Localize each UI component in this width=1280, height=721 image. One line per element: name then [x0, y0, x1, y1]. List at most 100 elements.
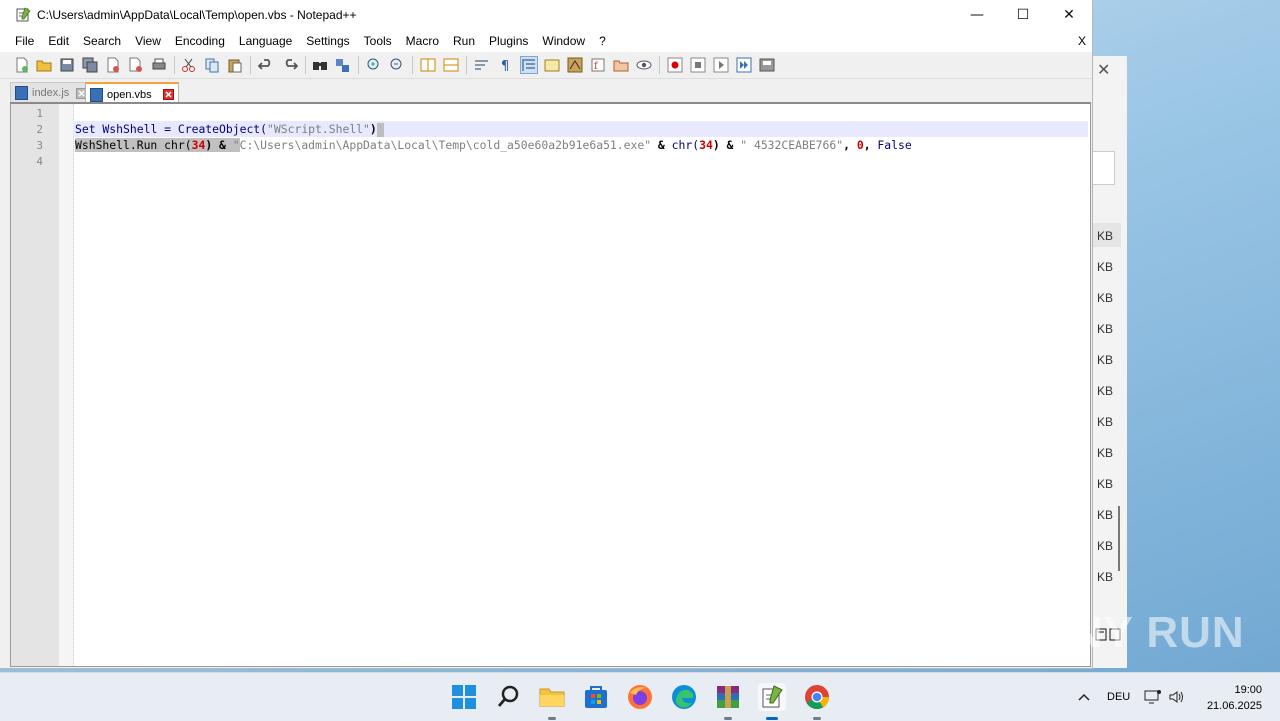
- zoom-out-icon[interactable]: [389, 57, 405, 73]
- system-tray: DEU: [1076, 673, 1186, 721]
- clock[interactable]: 19:00 21.06.2025: [1207, 682, 1262, 714]
- line-number: 4: [36, 155, 43, 168]
- undo-icon[interactable]: [258, 57, 274, 73]
- save-all-icon[interactable]: [82, 57, 98, 73]
- run-macro-multiple-icon[interactable]: [736, 57, 752, 73]
- menu-file[interactable]: File: [8, 34, 41, 48]
- word-wrap-icon[interactable]: [474, 57, 490, 73]
- file-size-unit: KB: [1097, 353, 1114, 367]
- cut-icon[interactable]: [181, 57, 197, 73]
- save-macro-icon[interactable]: [759, 57, 775, 73]
- menu-language[interactable]: Language: [232, 34, 299, 48]
- menu-bar: File Edit Search View Encoding Language …: [0, 30, 1092, 52]
- taskbar: DEU 19:00 21.06.2025: [0, 672, 1280, 721]
- file-size-unit: KB: [1097, 260, 1114, 274]
- anyrun-watermark: ANY RUN: [1038, 608, 1245, 657]
- file-size-unit: KB: [1097, 415, 1114, 429]
- maximize-icon: ☐: [1016, 7, 1030, 23]
- close-button[interactable]: ✕: [1046, 0, 1092, 30]
- minimize-button[interactable]: —: [954, 0, 1000, 30]
- toolbar-separator: [305, 56, 306, 74]
- file-size-unit: KB: [1097, 291, 1114, 305]
- menu-macro[interactable]: Macro: [399, 34, 446, 48]
- copy-icon[interactable]: [204, 57, 220, 73]
- volume-icon[interactable]: [1168, 689, 1186, 705]
- replace-icon[interactable]: [335, 57, 351, 73]
- winrar-icon[interactable]: [714, 683, 742, 720]
- zoom-in-icon[interactable]: [366, 57, 382, 73]
- toolbar-separator: [358, 56, 359, 74]
- menu-window[interactable]: Window: [535, 34, 592, 48]
- menu-settings[interactable]: Settings: [299, 34, 356, 48]
- close-document-button[interactable]: X: [1078, 34, 1086, 48]
- stop-macro-icon[interactable]: [690, 57, 706, 73]
- play-macro-icon[interactable]: [713, 57, 729, 73]
- close-all-icon[interactable]: [128, 57, 144, 73]
- paste-icon[interactable]: [227, 57, 243, 73]
- tab-index-js[interactable]: index.js: [10, 82, 92, 103]
- sync-vertical-icon[interactable]: [420, 57, 436, 73]
- menu-search[interactable]: Search: [76, 34, 128, 48]
- keyboard-language[interactable]: DEU: [1107, 691, 1130, 703]
- maximize-button[interactable]: ☐: [1000, 0, 1046, 30]
- user-language-icon[interactable]: [544, 57, 560, 73]
- firefox-icon[interactable]: [626, 683, 654, 711]
- background-search-box[interactable]: [1091, 151, 1115, 185]
- title-bar[interactable]: C:\Users\admin\AppData\Local\Temp\open.v…: [0, 0, 1092, 30]
- chrome-icon[interactable]: [803, 683, 831, 720]
- menu-run[interactable]: Run: [446, 34, 482, 48]
- monitoring-icon[interactable]: [636, 57, 652, 73]
- toolbar-separator: [412, 56, 413, 74]
- edge-icon[interactable]: [670, 683, 698, 711]
- file-size-unit: KB: [1097, 508, 1114, 522]
- number-literal: 0: [856, 138, 864, 152]
- search-icon[interactable]: [495, 683, 523, 711]
- redo-icon[interactable]: [282, 57, 298, 73]
- file-icon: [90, 87, 103, 102]
- file-size-unit: KB: [1097, 570, 1114, 584]
- menu-view[interactable]: View: [128, 34, 168, 48]
- operator: ): [205, 138, 220, 152]
- open-file-icon[interactable]: [36, 57, 52, 73]
- menu-plugins[interactable]: Plugins: [482, 34, 535, 48]
- menu-encoding[interactable]: Encoding: [168, 34, 232, 48]
- background-scrollbar[interactable]: [1118, 506, 1120, 571]
- close-file-icon[interactable]: [105, 57, 121, 73]
- document-map-icon[interactable]: [567, 57, 583, 73]
- network-icon[interactable]: [1144, 689, 1162, 705]
- microsoft-store-icon[interactable]: [582, 683, 610, 711]
- close-icon: ✕: [1063, 7, 1075, 23]
- show-all-characters-icon[interactable]: ¶: [498, 57, 514, 73]
- find-icon[interactable]: [312, 57, 328, 73]
- menu-tools[interactable]: Tools: [357, 34, 399, 48]
- record-macro-icon[interactable]: [667, 57, 683, 73]
- folder-as-workspace-icon[interactable]: [613, 57, 629, 73]
- toolbar-separator: [174, 56, 175, 74]
- notepadpp-taskbar-icon[interactable]: [758, 683, 786, 720]
- tab-close-icon[interactable]: [163, 89, 174, 100]
- tab-label: index.js: [32, 87, 70, 99]
- keyword: Set: [75, 122, 96, 136]
- line-number: 3: [36, 139, 43, 152]
- file-icon: [15, 86, 28, 100]
- operator: &: [651, 138, 672, 152]
- clock-date: 21.06.2025: [1206, 700, 1262, 712]
- start-windows-icon[interactable]: [450, 683, 478, 711]
- function-list-icon[interactable]: f: [590, 57, 606, 73]
- save-icon[interactable]: [59, 57, 75, 73]
- operator: ): [712, 138, 727, 152]
- file-size-unit: KB: [1097, 384, 1114, 398]
- indent-guide-icon[interactable]: [520, 56, 538, 74]
- menu-edit[interactable]: Edit: [41, 34, 76, 48]
- new-file-icon[interactable]: [14, 57, 30, 73]
- svg-text:¶: ¶: [501, 59, 509, 73]
- menu-help[interactable]: ?: [592, 34, 613, 48]
- show-hidden-icons-chevron-icon[interactable]: [1076, 689, 1092, 705]
- background-close-icon[interactable]: ✕: [1097, 60, 1110, 79]
- file-explorer-icon[interactable]: [538, 683, 566, 720]
- sync-horizontal-icon[interactable]: [443, 57, 459, 73]
- editor-area[interactable]: 1 2 3 4 Set WshShell = CreateObject("WSc…: [10, 102, 1091, 667]
- code-line-3: WshShell.Run chr(34) & "C:\Users\admin\A…: [75, 137, 912, 153]
- print-icon[interactable]: [151, 57, 167, 73]
